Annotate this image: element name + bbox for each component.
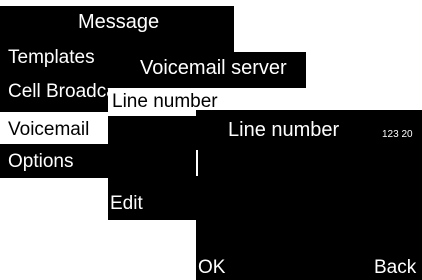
voicemail-server-title: Voicemail server bbox=[140, 57, 287, 79]
menu-item-label: Templates bbox=[8, 47, 95, 68]
menu-item-label: Voicemail bbox=[8, 119, 90, 140]
back-softkey[interactable]: Back bbox=[374, 258, 416, 277]
message-menu-title: Message bbox=[78, 11, 160, 33]
text-cursor bbox=[196, 150, 198, 176]
input-mode-indicator: 123 20 bbox=[382, 129, 413, 140]
line-number-input[interactable] bbox=[196, 150, 422, 178]
list-item-label: Line number bbox=[112, 91, 218, 112]
line-number-title: Line number bbox=[228, 119, 340, 141]
ok-softkey[interactable]: OK bbox=[198, 258, 225, 277]
line-number-editor-screen: Line number 123 20 OK Back bbox=[196, 110, 422, 280]
edit-softkey[interactable]: Edit bbox=[110, 194, 143, 213]
menu-item-label: Options bbox=[8, 151, 74, 172]
